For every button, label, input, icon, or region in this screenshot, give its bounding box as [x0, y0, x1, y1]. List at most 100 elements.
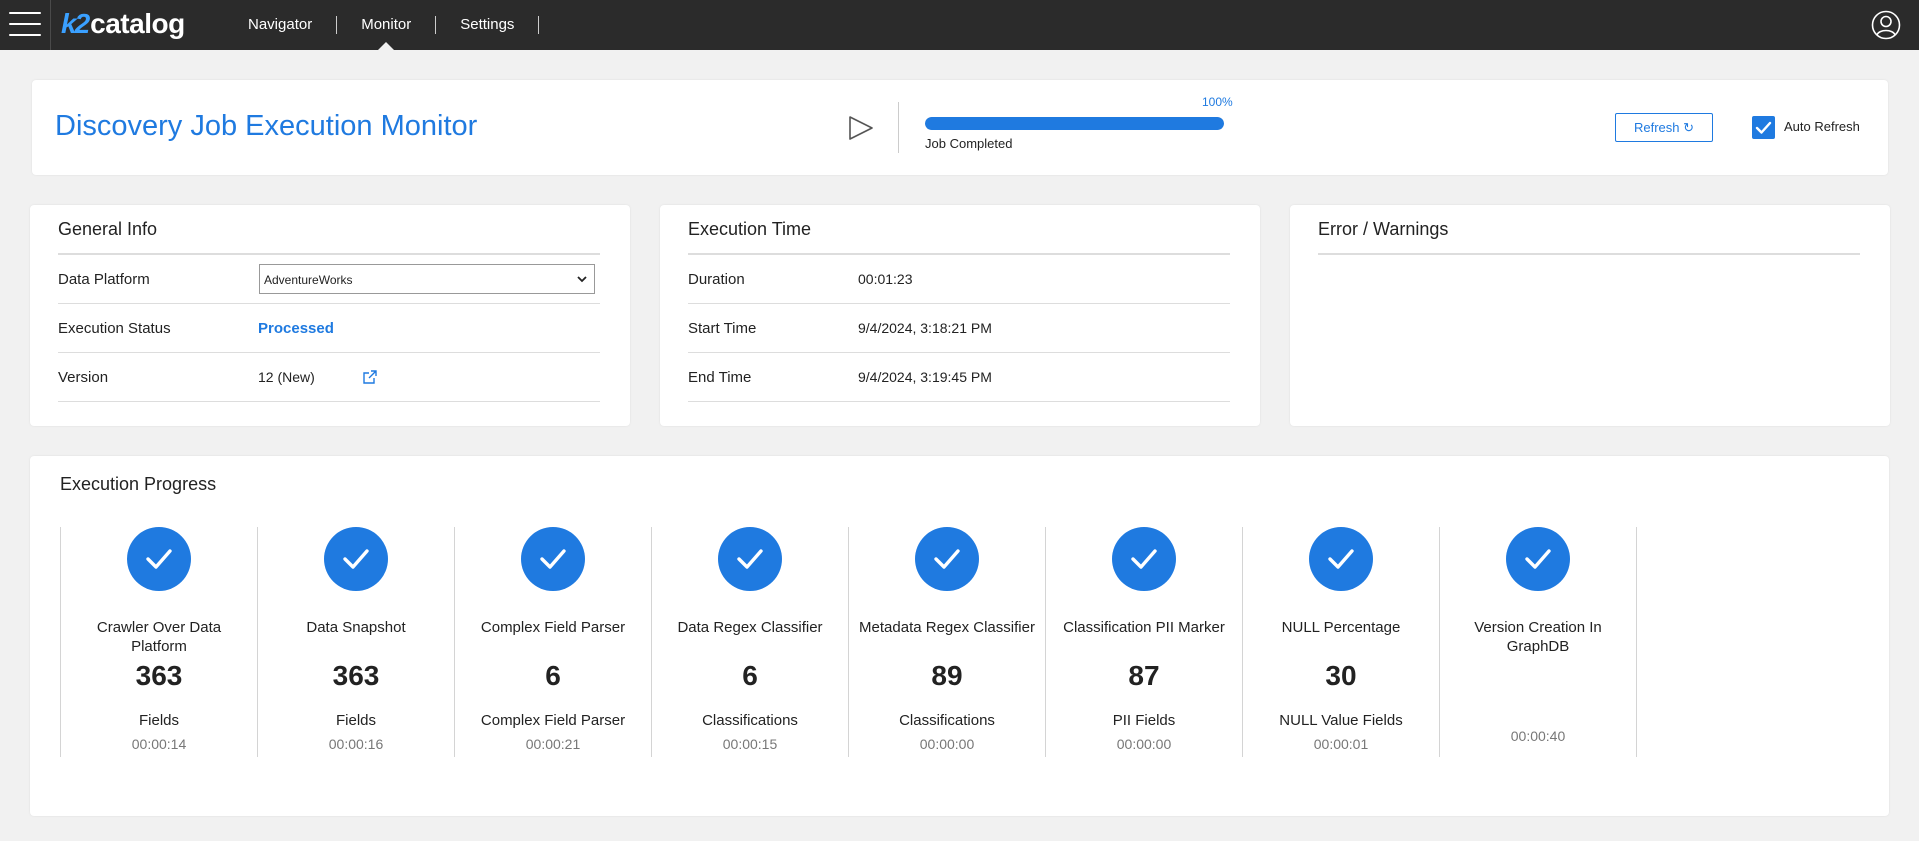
job-progress-bar	[925, 117, 1224, 130]
logo-text: catalog	[90, 8, 185, 39]
nav-item-settings[interactable]: Settings	[436, 16, 538, 34]
end-time-value: 9/4/2024, 3:19:45 PM	[858, 369, 992, 385]
divider	[898, 102, 899, 153]
progress-status: Job Completed	[925, 136, 1013, 151]
nav-item-navigator[interactable]: Navigator	[225, 16, 336, 34]
main-nav: Navigator Monitor Settings	[225, 0, 540, 50]
checkmark-icon	[127, 527, 191, 591]
step-time: 00:00:01	[1313, 736, 1369, 752]
step-name: Data Regex Classifier	[677, 619, 823, 636]
step-null-percentage: NULL Percentage 30 NULL Value Fields 00:…	[1242, 527, 1439, 757]
checkmark-icon	[915, 527, 979, 591]
execution-steps: Crawler Over Data Platform 363 Fields 00…	[60, 527, 1637, 757]
checkmark-icon	[324, 527, 388, 591]
checkmark-icon	[1755, 121, 1772, 134]
execution-time-title: Execution Time	[688, 219, 812, 239]
step-time: 00:00:00	[1116, 736, 1172, 752]
version-value: 12 (New)	[258, 369, 315, 385]
execution-status-label: Execution Status	[58, 320, 171, 337]
step-unit: Classifications	[702, 712, 798, 729]
version-label: Version	[58, 369, 109, 386]
data-platform-label: Data Platform	[58, 271, 150, 288]
step-count: 363	[135, 660, 183, 691]
auto-refresh-checkbox[interactable]	[1752, 116, 1775, 139]
step-metadata-regex-classifier: Metadata Regex Classifier 89 Classificat…	[848, 527, 1045, 757]
step-count: 6	[742, 660, 758, 691]
checkmark-icon	[1506, 527, 1570, 591]
step-data-regex-classifier: Data Regex Classifier 6 Classifications …	[651, 527, 848, 757]
duration-row: Duration 00:01:23	[688, 255, 1230, 304]
step-unit: NULL Value Fields	[1279, 712, 1403, 729]
checkmark-icon	[1309, 527, 1373, 591]
divider	[50, 0, 51, 50]
step-unit: Fields	[138, 712, 179, 729]
page-title: Discovery Job Execution Monitor	[55, 110, 478, 142]
start-time-label: Start Time	[688, 320, 757, 337]
error-warnings-card: Error / Warnings	[1290, 205, 1890, 426]
step-crawler: Crawler Over Data Platform 363 Fields 00…	[60, 527, 257, 757]
step-count: 89	[931, 660, 963, 691]
step-unit: Complex Field Parser	[480, 712, 626, 729]
step-time: 00:00:16	[328, 736, 384, 752]
progress-bar-fill	[925, 117, 1224, 130]
checkmark-icon	[521, 527, 585, 591]
logo-k2: k2	[61, 8, 90, 39]
step-version-creation-graphdb: Version Creation In GraphDB 00:00:40	[1439, 527, 1637, 757]
divider	[1318, 253, 1860, 255]
data-platform-value: AdventureWorks	[264, 273, 353, 287]
step-count: 6	[545, 660, 561, 691]
app-logo[interactable]: k2 catalog	[61, 8, 185, 42]
step-time: 00:00:00	[919, 736, 975, 752]
duration-label: Duration	[688, 271, 745, 288]
chevron-down-icon	[577, 276, 587, 283]
step-count: 87	[1128, 660, 1160, 691]
end-time-label: End Time	[688, 369, 752, 386]
hamburger-icon[interactable]	[9, 12, 41, 38]
start-time-value: 9/4/2024, 3:18:21 PM	[858, 320, 992, 336]
end-time-row: End Time 9/4/2024, 3:19:45 PM	[688, 353, 1230, 402]
step-data-snapshot: Data Snapshot 363 Fields 00:00:16	[257, 527, 454, 757]
general-info-card: General Info Data Platform AdventureWork…	[30, 205, 630, 426]
user-circle-icon[interactable]	[1871, 10, 1901, 40]
auto-refresh-label: Auto Refresh	[1784, 119, 1860, 134]
start-time-row: Start Time 9/4/2024, 3:18:21 PM	[688, 304, 1230, 353]
step-name: NULL Percentage	[1281, 619, 1401, 636]
checkmark-icon	[1112, 527, 1176, 591]
execution-status-row: Execution Status Processed	[58, 304, 600, 353]
nav-divider	[538, 16, 540, 34]
version-row: Version 12 (New)	[58, 353, 600, 402]
execution-progress-card: Execution Progress Crawler Over Data Pla…	[30, 456, 1889, 816]
progress-percent: 100%	[1202, 95, 1233, 109]
error-warnings-title: Error / Warnings	[1318, 219, 1449, 239]
top-navigation-bar: k2 catalog Navigator Monitor Settings	[0, 0, 1919, 50]
execution-status-value: Processed	[258, 320, 334, 337]
step-complex-field-parser: Complex Field Parser 6 Complex Field Par…	[454, 527, 651, 757]
step-unit: Classifications	[899, 712, 995, 729]
step-classification-pii-marker: Classification PII Marker 87 PII Fields …	[1045, 527, 1242, 757]
refresh-button[interactable]: Refresh ↻	[1615, 113, 1713, 142]
step-name: Classification PII Marker	[1063, 619, 1225, 636]
step-name: Metadata Regex Classifier	[859, 619, 1035, 636]
step-unit: PII Fields	[1112, 712, 1176, 729]
step-time: 00:00:21	[525, 736, 581, 752]
duration-value: 00:01:23	[858, 271, 913, 287]
step-count: 363	[332, 660, 380, 691]
play-icon[interactable]	[847, 114, 875, 142]
data-platform-row: Data Platform AdventureWorks	[58, 255, 600, 304]
step-name: Data Snapshot	[306, 619, 406, 636]
external-link-icon[interactable]	[362, 369, 378, 385]
execution-progress-title: Execution Progress	[60, 474, 217, 494]
step-unit: Fields	[335, 712, 376, 729]
step-name: Complex Field Parser	[480, 619, 626, 636]
step-count: 30	[1325, 660, 1357, 691]
execution-time-card: Execution Time Duration 00:01:23 Start T…	[660, 205, 1260, 426]
step-time: 00:00:14	[131, 736, 187, 752]
data-platform-select[interactable]: AdventureWorks	[259, 264, 595, 294]
checkmark-icon	[718, 527, 782, 591]
step-name: Crawler Over Data Platform	[96, 619, 222, 655]
nav-item-monitor[interactable]: Monitor	[337, 16, 435, 50]
step-name: Version Creation In GraphDB	[1474, 619, 1602, 655]
general-info-title: General Info	[58, 219, 158, 239]
step-time: 00:00:15	[722, 736, 778, 752]
step-time: 00:00:40	[1510, 728, 1566, 744]
